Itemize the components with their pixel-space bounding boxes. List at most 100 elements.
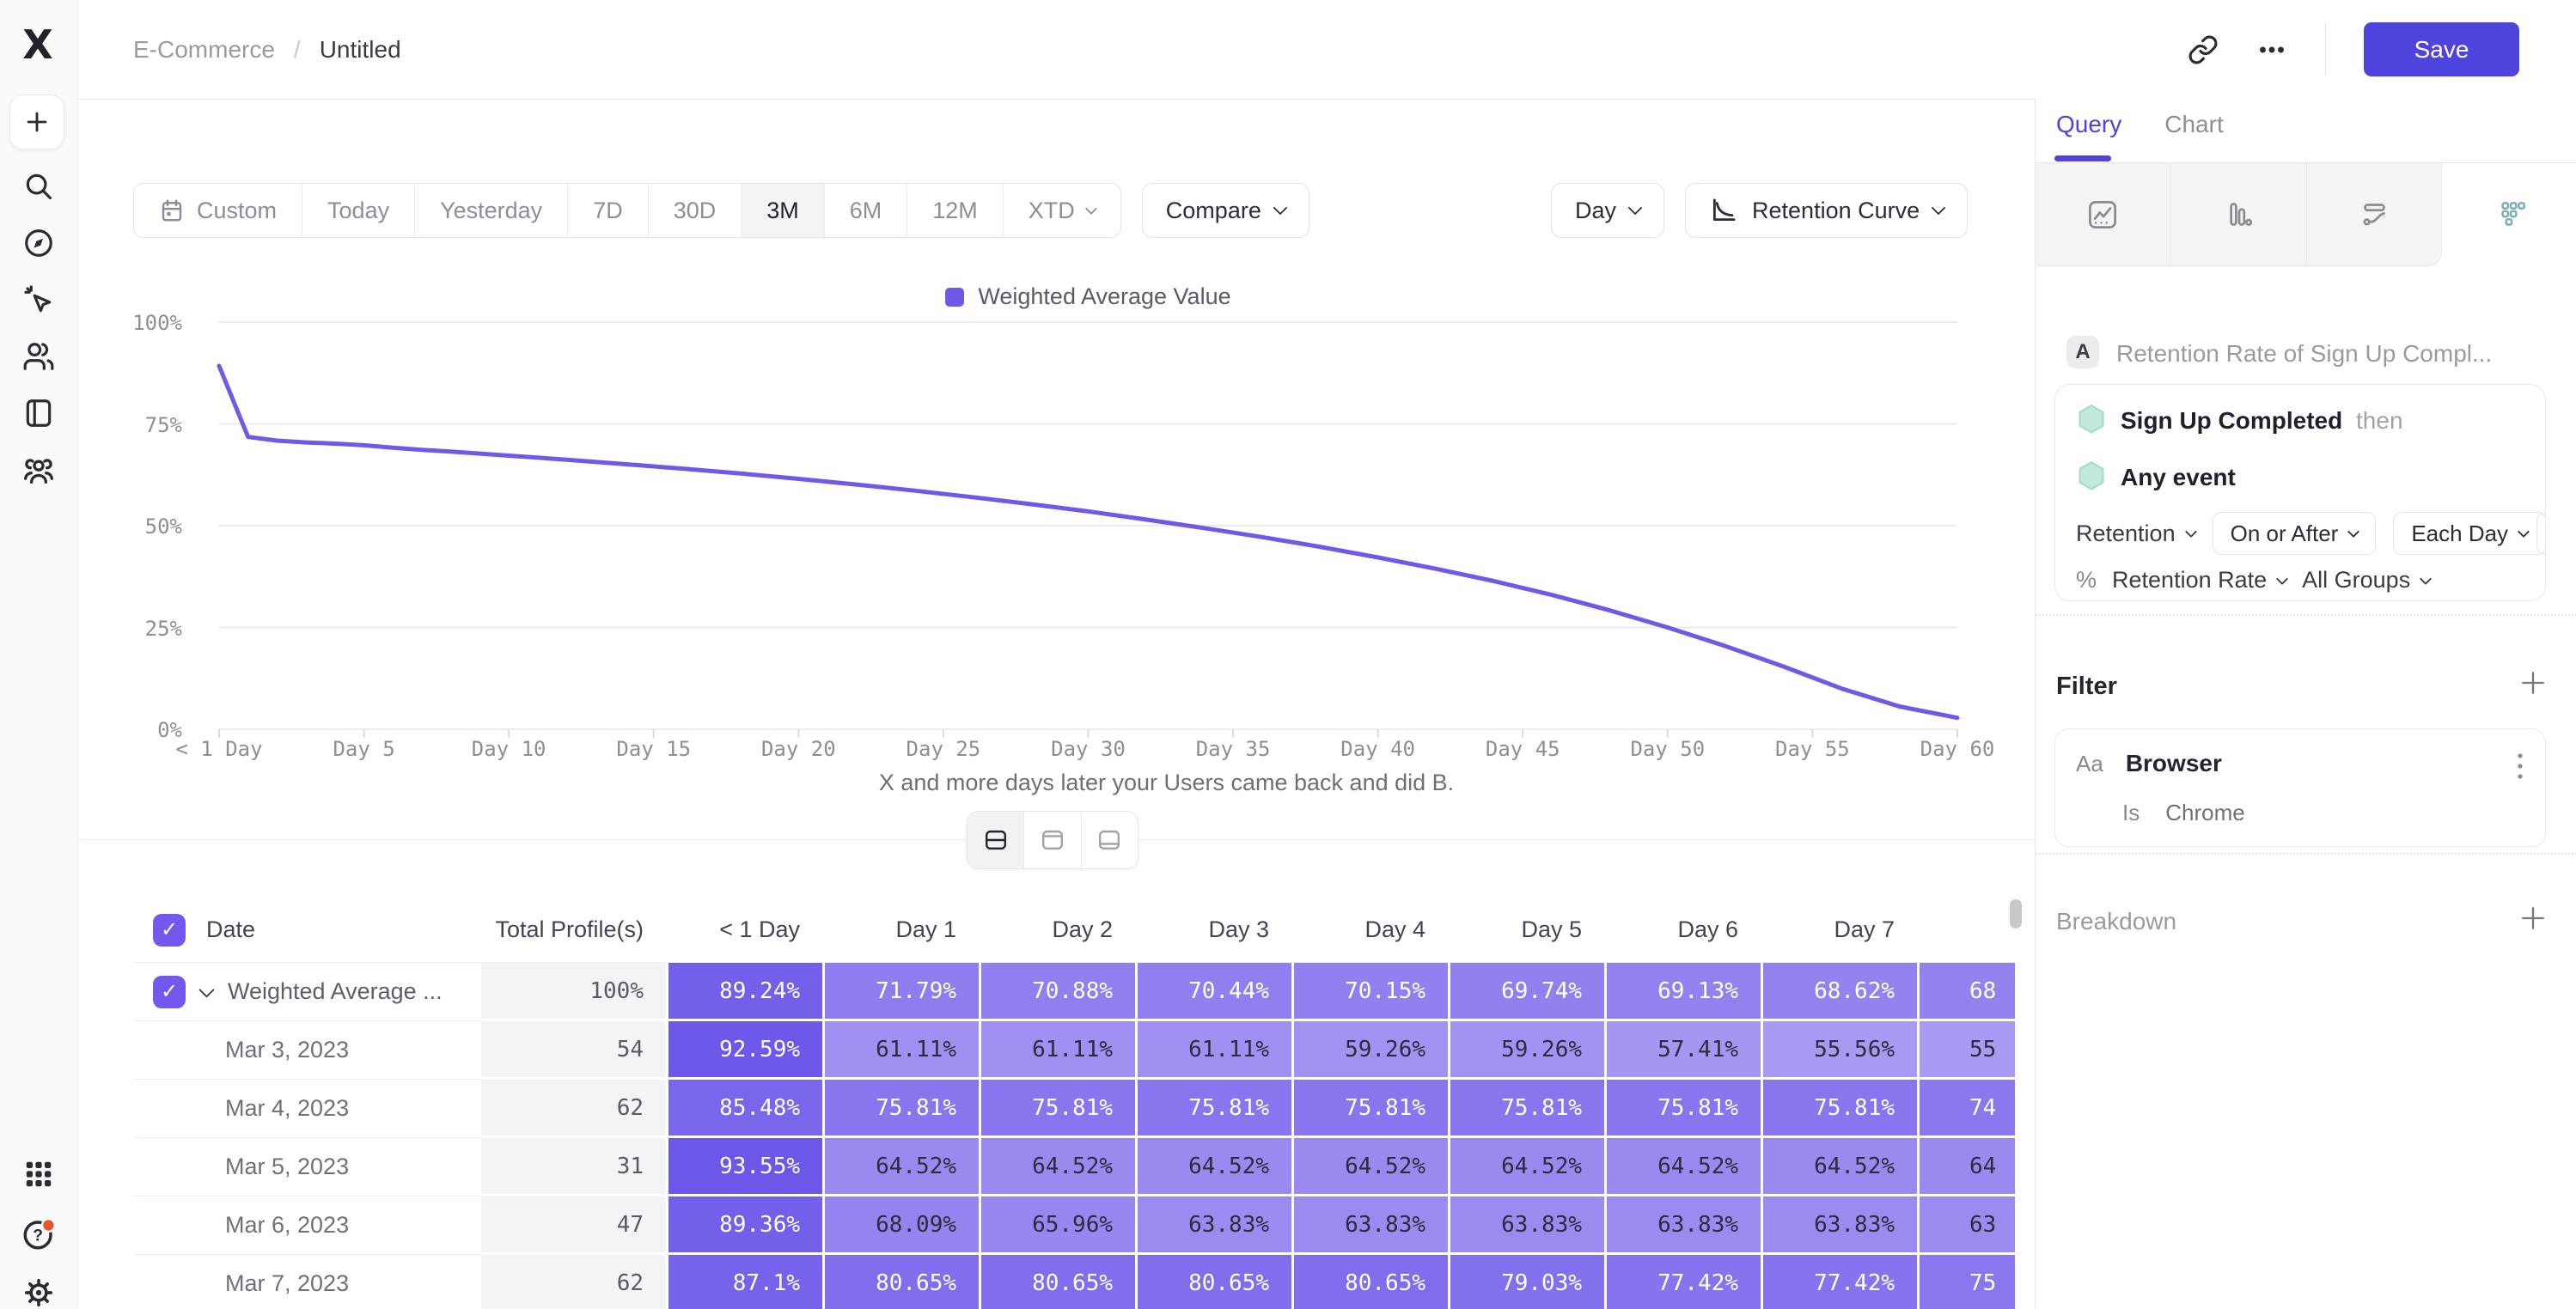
- retention-value-cell[interactable]: 70.44%: [1135, 963, 1291, 1021]
- retention-value-cell[interactable]: 75.81%: [822, 1080, 979, 1138]
- filter-card[interactable]: Aa Browser Is Chrome: [2054, 728, 2546, 847]
- range-6m[interactable]: 6M: [825, 184, 908, 237]
- retention-value-cell[interactable]: 75.81%: [1448, 1080, 1604, 1138]
- retention-value-cell[interactable]: 80.65%: [822, 1255, 979, 1309]
- filter-value[interactable]: Chrome: [2165, 800, 2244, 826]
- retention-mode-dropdown[interactable]: Retention: [2076, 521, 2195, 547]
- retention-value-cell[interactable]: 63.83%: [1448, 1196, 1604, 1255]
- retention-insight-tab[interactable]: [2442, 163, 2576, 266]
- retention-value-cell[interactable]: 75.81%: [1291, 1080, 1448, 1138]
- retention-value-cell[interactable]: 64.52%: [822, 1138, 979, 1196]
- range-3m[interactable]: 3M: [742, 184, 825, 237]
- select-all-checkbox[interactable]: ✓: [153, 914, 186, 947]
- retention-value-cell[interactable]: 55: [1917, 1021, 2015, 1080]
- retention-value-cell[interactable]: 80.65%: [1291, 1255, 1448, 1309]
- create-button[interactable]: [9, 94, 64, 149]
- retention-value-cell[interactable]: 89.24%: [666, 963, 822, 1021]
- retention-value-cell[interactable]: 55.56%: [1761, 1021, 1917, 1080]
- share-link-icon[interactable]: [2188, 34, 2219, 65]
- retention-value-cell[interactable]: 64.52%: [1135, 1138, 1291, 1196]
- retention-value-cell[interactable]: 93.55%: [666, 1138, 822, 1196]
- chart-legend[interactable]: Weighted Average Value: [219, 283, 1957, 310]
- retention-value-cell[interactable]: 69.74%: [1448, 963, 1604, 1021]
- range-7d[interactable]: 7D: [568, 184, 649, 237]
- row-checkbox[interactable]: ✓: [153, 976, 186, 1008]
- retention-value-cell[interactable]: 75.81%: [1604, 1080, 1761, 1138]
- retention-value-cell[interactable]: 68.09%: [822, 1196, 979, 1255]
- chevron-down-icon[interactable]: [198, 982, 214, 997]
- retention-value-cell[interactable]: 87.1%: [666, 1255, 822, 1309]
- retention-value-cell[interactable]: 64.52%: [1448, 1138, 1604, 1196]
- help-icon[interactable]: ?: [21, 1216, 57, 1252]
- retention-value-cell[interactable]: 77.42%: [1604, 1255, 1761, 1309]
- tab-query[interactable]: Query: [2056, 111, 2121, 145]
- retention-value-cell[interactable]: 64.52%: [1604, 1138, 1761, 1196]
- retention-value-cell[interactable]: 89.36%: [666, 1196, 822, 1255]
- retention-value-cell[interactable]: 64.52%: [1761, 1138, 1917, 1196]
- retention-value-cell[interactable]: 69.13%: [1604, 963, 1761, 1021]
- table-scrollbar-thumb[interactable]: [2010, 899, 2022, 928]
- table-only-view-button[interactable]: [1082, 812, 1138, 868]
- app-logo[interactable]: X: [12, 19, 64, 70]
- retention-value-cell[interactable]: 63.83%: [1761, 1196, 1917, 1255]
- retention-value-cell[interactable]: 68: [1917, 963, 2015, 1021]
- retention-value-cell[interactable]: 77.42%: [1761, 1255, 1917, 1309]
- settings-gear-icon[interactable]: [22, 1276, 55, 1309]
- retention-value-cell[interactable]: 65.96%: [979, 1196, 1135, 1255]
- retention-value-cell[interactable]: 59.26%: [1448, 1021, 1604, 1080]
- add-breakdown-icon[interactable]: [2519, 904, 2547, 932]
- split-view-button[interactable]: [968, 812, 1024, 868]
- user-group-icon[interactable]: [21, 454, 56, 488]
- retention-value-cell[interactable]: 71.79%: [822, 963, 979, 1021]
- event-1[interactable]: Sign Up Completed: [2121, 407, 2342, 434]
- retention-value-cell[interactable]: 70.15%: [1291, 963, 1448, 1021]
- series-title[interactable]: Retention Rate of Sign Up Compl...: [2116, 340, 2492, 368]
- notebook-icon[interactable]: [22, 397, 55, 429]
- retention-value-cell[interactable]: 75.81%: [1761, 1080, 1917, 1138]
- retention-value-cell[interactable]: 75.81%: [979, 1080, 1135, 1138]
- range-custom[interactable]: Custom: [134, 184, 302, 237]
- retention-value-cell[interactable]: 64.52%: [979, 1138, 1135, 1196]
- chart-only-view-button[interactable]: [1024, 812, 1081, 868]
- apps-grid-icon[interactable]: [22, 1158, 55, 1190]
- granularity-dropdown[interactable]: Day: [1551, 183, 1664, 238]
- retention-value-cell[interactable]: 79.03%: [1448, 1255, 1604, 1309]
- retention-value-cell[interactable]: 57.41%: [1604, 1021, 1761, 1080]
- retention-value-cell[interactable]: 63.83%: [1135, 1196, 1291, 1255]
- save-button[interactable]: Save: [2364, 22, 2519, 76]
- tab-chart[interactable]: Chart: [2164, 111, 2223, 145]
- add-filter-icon[interactable]: [2519, 669, 2547, 697]
- filter-property[interactable]: Browser: [2126, 750, 2222, 777]
- compass-icon[interactable]: [22, 227, 55, 259]
- users-icon[interactable]: [22, 340, 55, 373]
- retention-value-cell[interactable]: 80.65%: [1135, 1255, 1291, 1309]
- measure-dropdown[interactable]: Retention Rate: [2112, 567, 2286, 594]
- breadcrumb-workspace[interactable]: E-Commerce: [133, 36, 275, 64]
- compare-button[interactable]: Compare: [1142, 183, 1309, 238]
- chart-type-dropdown[interactable]: Retention Curve: [1685, 183, 1968, 238]
- bar-chart-insight-tab[interactable]: [2171, 163, 2307, 266]
- retention-value-cell[interactable]: 80.65%: [979, 1255, 1135, 1309]
- retention-value-cell[interactable]: 92.59%: [666, 1021, 822, 1080]
- search-icon[interactable]: [22, 170, 55, 203]
- breadcrumb-page-title[interactable]: Untitled: [320, 36, 401, 64]
- range-30d[interactable]: 30D: [649, 184, 742, 237]
- retention-value-cell[interactable]: 63.83%: [1604, 1196, 1761, 1255]
- retention-value-cell[interactable]: 74: [1917, 1080, 2015, 1138]
- range-xtd[interactable]: XTD: [1004, 184, 1120, 237]
- retention-value-cell[interactable]: 75.81%: [1135, 1080, 1291, 1138]
- filter-kebab-icon[interactable]: [2514, 750, 2526, 782]
- more-options-icon[interactable]: [2256, 34, 2287, 65]
- cursor-click-icon[interactable]: [22, 283, 55, 316]
- retention-value-cell[interactable]: 85.48%: [666, 1080, 822, 1138]
- range-yesterday[interactable]: Yesterday: [415, 184, 568, 237]
- line-chart-insight-tab[interactable]: [2036, 163, 2171, 266]
- retention-value-cell[interactable]: 70.88%: [979, 963, 1135, 1021]
- groups-dropdown[interactable]: All Groups: [2302, 567, 2430, 594]
- retention-value-cell[interactable]: 75: [1917, 1255, 2015, 1309]
- retention-value-cell[interactable]: 68.62%: [1761, 963, 1917, 1021]
- filter-operator[interactable]: Is: [2122, 800, 2140, 826]
- retention-value-cell[interactable]: 63.83%: [1291, 1196, 1448, 1255]
- retention-interval-dropdown[interactable]: Each Day: [2393, 512, 2546, 555]
- retention-value-cell[interactable]: 63: [1917, 1196, 2015, 1255]
